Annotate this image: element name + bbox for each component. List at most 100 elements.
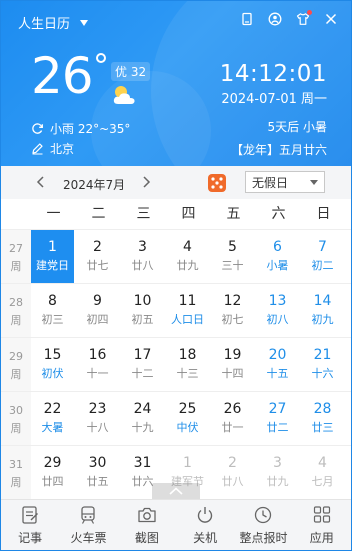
day-cell[interactable]: 22 大暑 [31,392,74,445]
weather-description-row: 小雨 22°~35° [31,120,130,137]
hourly-chime-button[interactable]: 整点报时 [234,500,292,550]
week-number: 31 周 [1,446,31,500]
week-row: 29 周 15 初伏 16 十一 17 十二 18 十三 19 十四 20 十五 21 十六 [1,337,351,392]
apps-icon [313,505,330,523]
degree-symbol [96,53,106,63]
day-cell[interactable]: 4 廿九 [166,230,209,283]
user-account-icon[interactable] [267,11,283,27]
day-cell[interactable]: 10 初五 [121,284,164,337]
power-icon [197,506,213,523]
weekday-fri: 五 [226,206,241,222]
chevron-left-icon[interactable] [36,176,46,188]
day-cell[interactable]: 23 十八 [76,392,119,445]
weekday-header: 一 二 三 四 五 六 日 [31,199,351,229]
day-cell[interactable]: 19 十四 [211,338,254,391]
menu-caret-icon [80,20,89,26]
day-cell[interactable]: 29 廿四 [31,446,74,499]
train-ticket-label: 火车票 [70,530,107,545]
notification-dot [307,10,312,15]
day-cell[interactable]: 24 十九 [121,392,164,445]
weekday-mon: 一 [46,206,61,222]
day-cell[interactable]: 21 十六 [301,338,344,391]
hourly-chime-label: 整点报时 [239,530,288,545]
chevron-right-icon[interactable] [141,176,151,188]
notes-label: 记事 [18,530,43,545]
screenshot-button[interactable]: 截图 [118,500,176,550]
day-cell[interactable]: 26 廿一 [211,392,254,445]
refresh-icon[interactable] [31,122,44,135]
day-cell[interactable]: 17 十二 [121,338,164,391]
week-number: 28 周 [1,284,31,338]
week-number: 29 周 [1,338,31,392]
skin-shirt-icon[interactable] [295,10,312,27]
next-solar-term: 5天后 小暑 [267,120,327,134]
day-cell[interactable]: 7 初二 [301,230,344,283]
day-cell[interactable]: 20 十五 [256,338,299,391]
window-controls [239,10,339,27]
day-cell[interactable]: 13 初八 [256,284,299,337]
weekday-sat: 六 [271,206,286,222]
location-row[interactable]: 北京 [31,140,74,157]
camera-icon [138,507,156,522]
day-cell[interactable]: 30 廿五 [76,446,119,499]
close-icon[interactable] [323,11,339,27]
week-row: 30 周 22 大暑 23 十八 24 十九 25 中伏 26 廿一 27 廿二 28 廿三 [1,391,351,446]
day-cell[interactable]: 9 初四 [76,284,119,337]
day-cell[interactable]: 15 初伏 [31,338,74,391]
shutdown-label: 关机 [193,530,218,545]
day-cell-next-month[interactable]: 2 廿八 [211,446,254,499]
week-row: 28 周 8 初三 9 初四 10 初五 11 人口日 12 初七 13 初八 14 初九 [1,283,351,338]
day-cell[interactable]: 8 初三 [31,284,74,337]
holiday-filter-select[interactable]: 无假日 [245,171,325,193]
week-number: 27 周 [1,230,31,284]
day-cell-next-month[interactable]: 3 廿九 [256,446,299,499]
day-cell[interactable]: 25 中伏 [166,392,209,445]
chevron-up-icon [169,487,183,495]
train-icon [81,505,96,524]
app-title: 人生日历 [18,17,71,32]
day-cell-next-month[interactable]: 4 七月 [301,446,344,499]
day-cell[interactable]: 16 十一 [76,338,119,391]
day-cell[interactable]: 28 廿三 [301,392,344,445]
temperature-value: 26 [31,47,94,105]
chevron-down-icon [310,179,318,185]
day-cell[interactable]: 14 初九 [301,284,344,337]
cloud-sun-icon [111,83,139,107]
day-cell[interactable]: 18 十三 [166,338,209,391]
weather-header: 人生日历 26 优 32 小雨 22°~35° 北京 14:12:01 2024… [1,1,351,166]
day-cell[interactable]: 6 小暑 [256,230,299,283]
day-cell[interactable]: 11 人口日 [166,284,209,337]
lunar-date: 【龙年】五月廿六 [230,143,327,157]
current-month-label[interactable]: 2024年7月 [63,176,125,193]
collapse-toolbar-button[interactable] [152,483,200,499]
air-quality-badge[interactable]: 优 32 [111,62,151,81]
day-cell-today[interactable]: 1 建党日 [31,230,74,283]
current-date: 2024-07-01 周一 [221,92,327,107]
day-cell[interactable]: 27 廿二 [256,392,299,445]
weather-description: 小雨 22°~35° [50,122,131,136]
mini-mode-icon[interactable] [239,11,255,27]
day-cell[interactable]: 3 廿八 [121,230,164,283]
apps-button[interactable]: 应用 [293,500,351,550]
day-cell[interactable]: 12 初七 [211,284,254,337]
current-time: 14:12:01 [219,61,327,87]
bottom-toolbar: 记事 火车票 截图 关机 整点报时 应用 [1,499,351,550]
clock-icon [255,506,272,523]
day-cell[interactable]: 2 廿七 [76,230,119,283]
notes-button[interactable]: 记事 [1,500,59,550]
holiday-filter-value: 无假日 [252,175,289,190]
shutdown-button[interactable]: 关机 [176,500,234,550]
weekday-thu: 四 [181,206,196,222]
pencil-edit-icon [32,143,43,155]
week-number: 30 周 [1,392,31,446]
apps-label: 应用 [309,530,334,545]
train-ticket-button[interactable]: 火车票 [59,500,117,550]
screenshot-label: 截图 [134,530,159,545]
day-cell[interactable]: 5 三十 [211,230,254,283]
app-title-menu[interactable]: 人生日历 [18,13,89,32]
notepad-icon [22,505,39,524]
weekday-sun: 日 [316,206,331,222]
weekday-tue: 二 [91,206,106,222]
dice-icon[interactable] [207,173,227,193]
weekday-wed: 三 [136,206,151,222]
